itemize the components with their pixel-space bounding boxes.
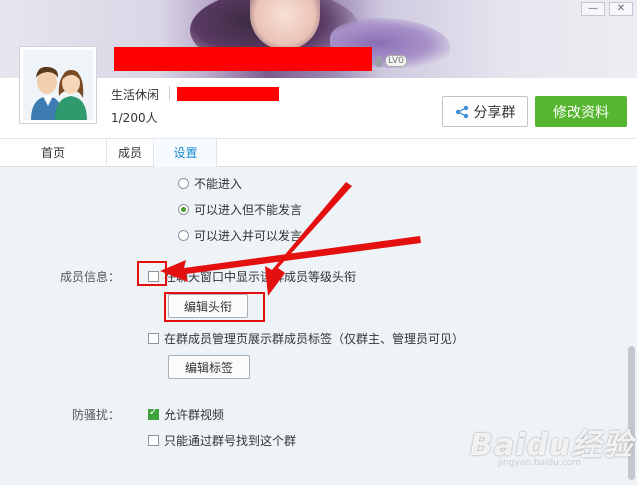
watermark-site: jingyan.baidu.com — [498, 458, 582, 468]
group-tabs: 首页 成员 设置 — [0, 138, 637, 167]
tab-home[interactable]: 首页 — [0, 139, 107, 167]
group-avatar[interactable] — [19, 46, 97, 124]
member-count: 1/200人 — [111, 111, 158, 125]
tab-members[interactable]: 成员 — [107, 139, 154, 167]
radio-button[interactable] — [178, 230, 189, 241]
edit-profile-button[interactable]: 修改资料 — [535, 96, 627, 127]
share-label: 分享群 — [473, 104, 516, 121]
redacted-group-id — [177, 87, 279, 101]
avatar-image — [23, 50, 93, 120]
redacted-group-name — [114, 47, 372, 71]
share-icon — [455, 105, 468, 118]
option-label: 可以进入但不能发言 — [194, 203, 303, 217]
meta-divider — [169, 86, 170, 100]
option-label: 允许群视频 — [164, 408, 225, 422]
window-controls: — ✕ — [581, 2, 633, 16]
entry-option-no-speak[interactable]: 可以进入但不能发言 — [178, 201, 302, 218]
share-group-button[interactable]: 分享群 — [442, 96, 528, 127]
show-tag-option[interactable]: 在群成员管理页展示群成员标签（仅群主、管理员可见） — [148, 330, 464, 347]
checkbox[interactable] — [148, 333, 159, 344]
option-label: 在聊天窗口中显示该群成员等级头衔 — [164, 270, 357, 284]
option-label: 可以进入并可以发言 — [194, 229, 303, 243]
water-drop-icon — [375, 55, 383, 67]
option-label: 不能进入 — [194, 177, 243, 191]
member-info-label: 成员信息： — [60, 270, 121, 284]
entry-option-speak[interactable]: 可以进入并可以发言 — [178, 227, 302, 244]
baidu-watermark: Baidu经验 jingyan.baidu.com — [470, 420, 633, 468]
find-by-number-option[interactable]: 只能通过群号找到这个群 — [148, 432, 296, 449]
annotation-box-checkbox — [137, 261, 167, 286]
show-title-option[interactable]: 在聊天窗口中显示该群成员等级头衔 — [148, 268, 356, 285]
anti-harass-label: 防骚扰： — [72, 408, 121, 422]
checkbox-checked[interactable] — [148, 407, 159, 420]
option-label: 只能通过群号找到这个群 — [164, 434, 297, 448]
annotation-box-edit-title — [164, 292, 265, 322]
group-category: 生活休闲 — [111, 88, 160, 102]
tab-settings[interactable]: 设置 — [155, 139, 217, 167]
close-button[interactable]: ✕ — [609, 2, 633, 16]
people-icon — [31, 66, 87, 120]
checkbox[interactable] — [148, 435, 159, 446]
option-label: 在群成员管理页展示群成员标签（仅群主、管理员可见） — [164, 332, 465, 346]
edit-tag-button[interactable]: 编辑标签 — [168, 355, 250, 379]
minimize-button[interactable]: — — [581, 2, 605, 16]
radio-button-selected[interactable] — [178, 204, 189, 215]
level-badge: LV0 — [375, 55, 407, 67]
allow-video-option[interactable]: 允许群视频 — [148, 406, 224, 423]
radio-button[interactable] — [178, 178, 189, 189]
entry-option-no-entry[interactable]: 不能进入 — [178, 175, 242, 192]
